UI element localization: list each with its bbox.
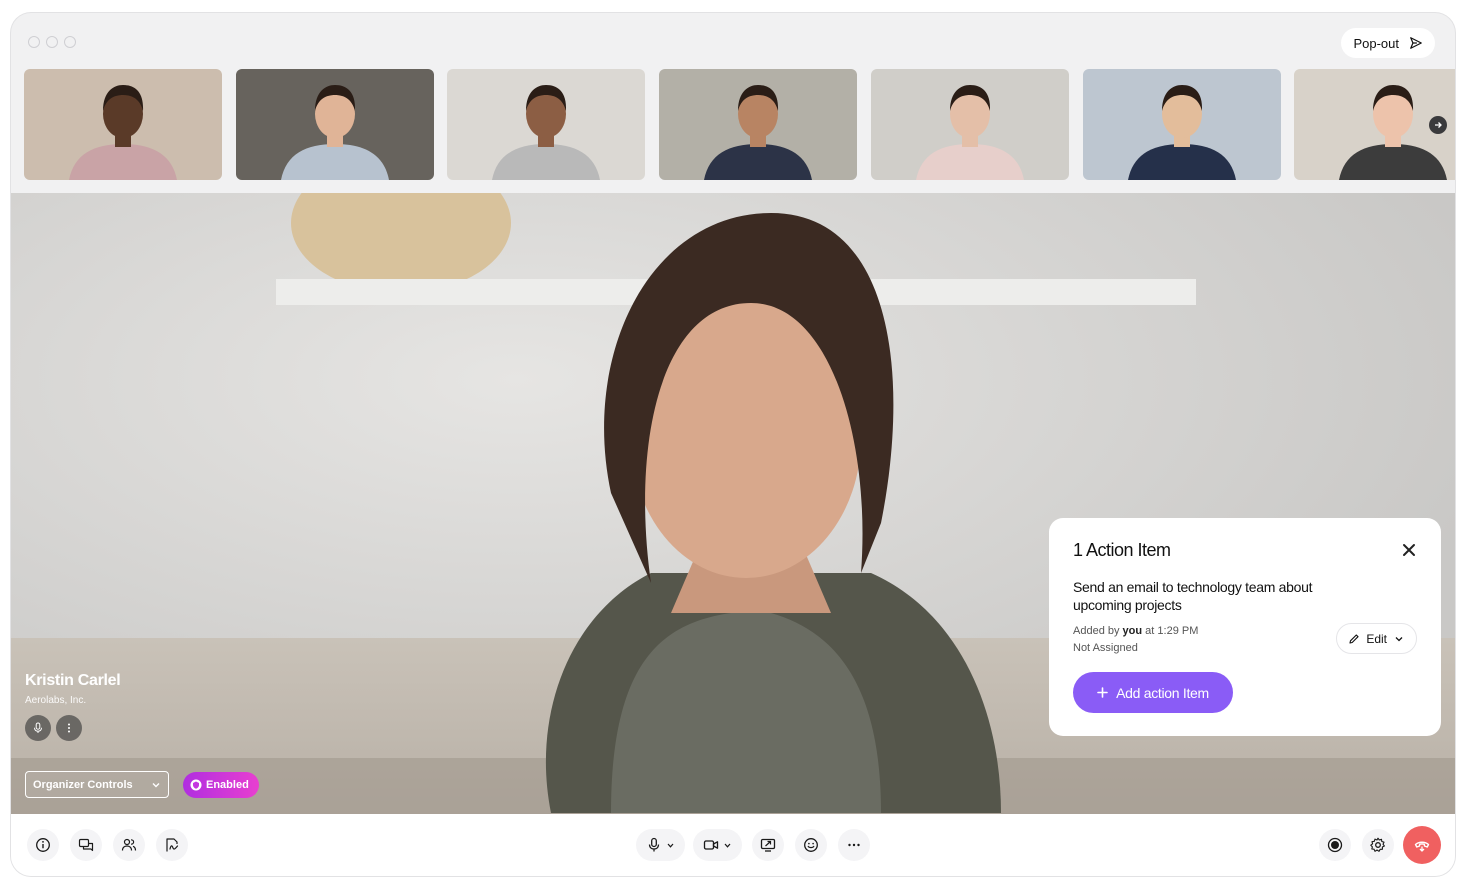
participant-video bbox=[235, 69, 434, 180]
chevron-down-icon bbox=[667, 843, 674, 848]
enabled-status-badge[interactable]: Enabled bbox=[183, 772, 259, 798]
pencil-icon bbox=[1349, 633, 1359, 644]
more-options-button[interactable] bbox=[838, 829, 870, 861]
hang-up-icon bbox=[1414, 841, 1430, 852]
participant-video bbox=[659, 69, 858, 180]
people-icon bbox=[121, 838, 137, 851]
microphone-icon bbox=[34, 722, 42, 733]
shield-check-icon bbox=[190, 779, 202, 791]
participants-button[interactable] bbox=[113, 829, 145, 861]
emoji-icon bbox=[804, 838, 818, 852]
action-item-text: Send an email to technology team about u… bbox=[1073, 579, 1313, 613]
next-participants-button[interactable] bbox=[1429, 116, 1447, 134]
edit-label: Edit bbox=[1366, 631, 1387, 646]
more-icon bbox=[848, 843, 860, 847]
speaker-mic-button[interactable] bbox=[25, 715, 51, 741]
info-button[interactable] bbox=[27, 829, 59, 861]
close-icon bbox=[1403, 544, 1415, 556]
close-window-dot[interactable] bbox=[28, 36, 40, 48]
added-time: at 1:29 PM bbox=[1145, 625, 1199, 637]
chevron-down-icon bbox=[1395, 636, 1403, 641]
plus-icon bbox=[1097, 687, 1108, 698]
record-button[interactable] bbox=[1319, 829, 1351, 861]
participant-video bbox=[24, 69, 222, 180]
hang-up-button[interactable] bbox=[1403, 826, 1441, 864]
organizer-controls-label: Organizer Controls bbox=[33, 778, 133, 791]
vertical-dots-icon bbox=[68, 723, 70, 733]
close-card-button[interactable] bbox=[1401, 542, 1417, 558]
organizer-controls-select[interactable]: Organizer Controls bbox=[25, 771, 169, 798]
settings-icon bbox=[1370, 837, 1385, 852]
add-action-item-button[interactable]: Add action Item bbox=[1073, 672, 1233, 713]
settings-button[interactable] bbox=[1362, 829, 1394, 861]
participant-thumbnail-5[interactable] bbox=[870, 69, 1069, 180]
participant-thumbnail-6[interactable] bbox=[1082, 69, 1281, 180]
camera-icon bbox=[703, 840, 719, 850]
window-controls bbox=[28, 36, 76, 48]
participant-thumbnail-1[interactable] bbox=[24, 69, 222, 180]
speaker-info: Kristin Carlel Aerolabs, Inc. bbox=[25, 672, 121, 741]
action-item-card: 1 Action Item Send an email to technolog… bbox=[1049, 518, 1441, 736]
participant-video bbox=[447, 69, 646, 180]
participant-video bbox=[870, 69, 1069, 180]
edit-action-button[interactable]: Edit bbox=[1336, 623, 1417, 654]
participant-thumbnail-4[interactable] bbox=[659, 69, 858, 180]
participant-thumbnail-2[interactable] bbox=[235, 69, 434, 180]
chevron-down-icon bbox=[724, 843, 731, 848]
enabled-label: Enabled bbox=[206, 779, 249, 791]
send-icon bbox=[1410, 37, 1422, 49]
arrow-right-icon bbox=[1435, 122, 1442, 128]
participant-video bbox=[1082, 69, 1281, 180]
microphone-button[interactable] bbox=[636, 829, 685, 861]
chat-button[interactable] bbox=[70, 829, 102, 861]
info-icon bbox=[36, 838, 50, 852]
record-icon bbox=[1327, 837, 1343, 853]
action-card-title: 1 Action Item bbox=[1073, 540, 1171, 560]
speaker-organization: Aerolabs, Inc. bbox=[25, 695, 87, 706]
whiteboard-button[interactable] bbox=[156, 829, 188, 861]
speaker-controls bbox=[25, 715, 120, 741]
screen-share-icon bbox=[760, 838, 776, 852]
maximize-window-dot[interactable] bbox=[64, 36, 76, 48]
chat-icon bbox=[78, 838, 94, 852]
main-video-stage: Kristin Carlel Aerolabs, Inc. Organizer … bbox=[11, 193, 1455, 814]
meeting-window: Pop-out Kristin Carlel Aerolabs, Inc. Or… bbox=[11, 13, 1455, 876]
whiteboard-icon bbox=[166, 838, 179, 852]
chevron-down-icon bbox=[152, 782, 160, 787]
camera-button[interactable] bbox=[693, 829, 742, 861]
reactions-button[interactable] bbox=[795, 829, 827, 861]
added-by-user: you bbox=[1122, 625, 1143, 637]
minimize-window-dot[interactable] bbox=[46, 36, 58, 48]
microphone-icon bbox=[648, 837, 660, 852]
speaker-name: Kristin Carlel bbox=[25, 672, 121, 689]
add-action-label: Add action Item bbox=[1116, 684, 1209, 701]
participant-thumbnail-3[interactable] bbox=[447, 69, 646, 180]
meeting-toolbar bbox=[11, 814, 1455, 876]
popout-label: Pop-out bbox=[1353, 35, 1399, 51]
screen-share-button[interactable] bbox=[752, 829, 784, 861]
popout-button[interactable]: Pop-out bbox=[1341, 28, 1435, 58]
added-prefix: Added by bbox=[1073, 625, 1120, 637]
participant-strip bbox=[24, 69, 1455, 180]
speaker-more-button[interactable] bbox=[56, 715, 82, 741]
